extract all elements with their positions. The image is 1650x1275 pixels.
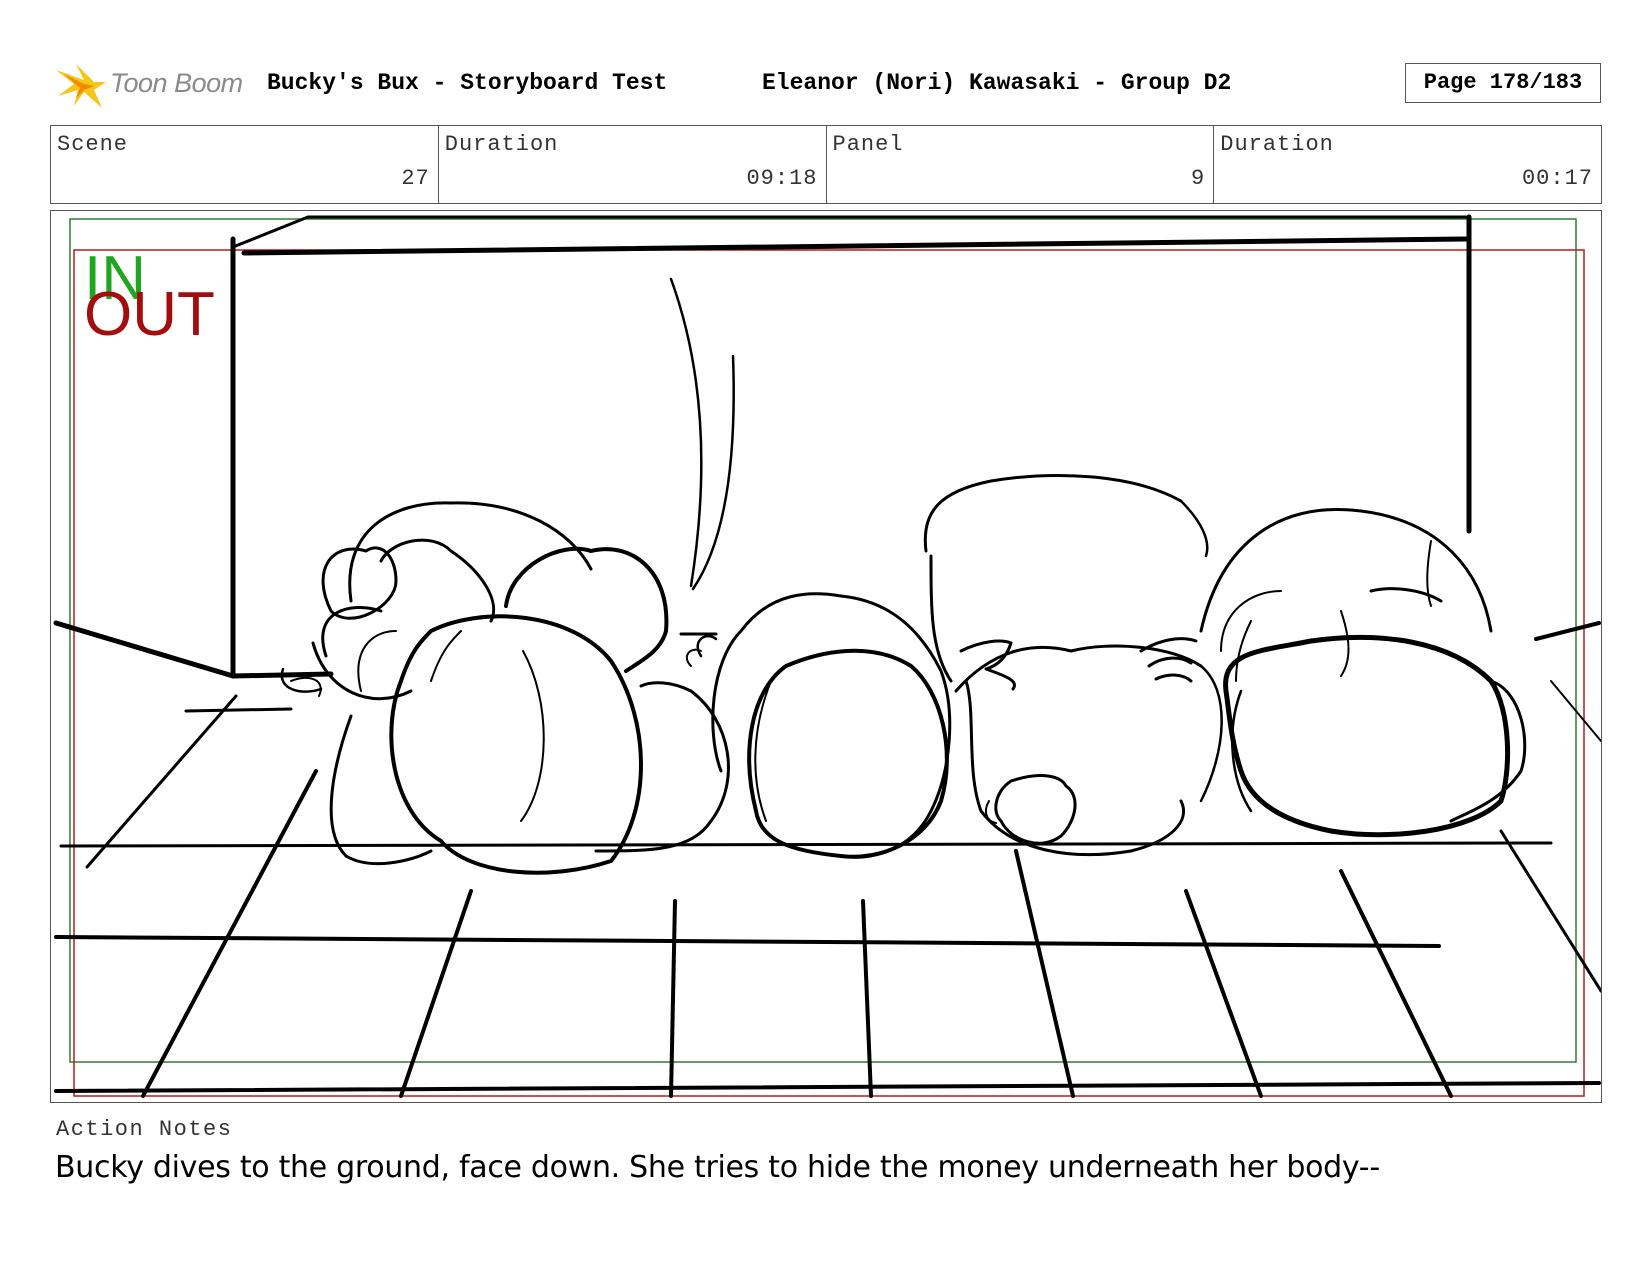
panel-duration-label: Duration	[1220, 132, 1334, 157]
project-title: Bucky's Bux - Storyboard Test	[267, 70, 668, 96]
storyboard-panel: IN OUT	[50, 210, 1602, 1103]
sketch-lines	[53, 214, 1601, 1098]
storyboard-header: Toon Boom Bucky's Bux - Storyboard Test …	[0, 0, 1650, 120]
action-notes-text: Bucky dives to the ground, face down. Sh…	[55, 1150, 1380, 1185]
panel-duration-value: 00:17	[1521, 166, 1593, 191]
panel-label: Panel	[832, 132, 904, 157]
logo-text: Toon Boom	[110, 68, 243, 98]
scene-info-table: Scene 27 Duration 09:18 Panel 9 Duration…	[50, 125, 1602, 204]
scene-duration-cell: Duration 09:18	[439, 126, 827, 203]
toon-boom-logo: Toon Boom	[54, 58, 254, 114]
panel-cell: Panel 9	[827, 126, 1215, 203]
out-marker: OUT	[84, 280, 215, 349]
panel-duration-cell: Duration 00:17	[1214, 126, 1601, 203]
sketch-drawing: IN OUT	[53, 214, 1601, 1098]
scene-duration-value: 09:18	[746, 166, 818, 191]
in-frame	[69, 218, 1577, 1063]
action-notes-label: Action Notes	[56, 1117, 233, 1142]
artist-name: Eleanor (Nori) Kawasaki - Group D2	[762, 70, 1232, 96]
panel-value: 9	[1191, 166, 1206, 191]
scene-cell: Scene 27	[51, 126, 439, 203]
scene-label: Scene	[57, 132, 129, 157]
starburst-icon	[56, 64, 106, 108]
page-number: Page 178/183	[1405, 63, 1601, 103]
scene-duration-label: Duration	[444, 132, 559, 157]
scene-value: 27	[401, 166, 430, 191]
